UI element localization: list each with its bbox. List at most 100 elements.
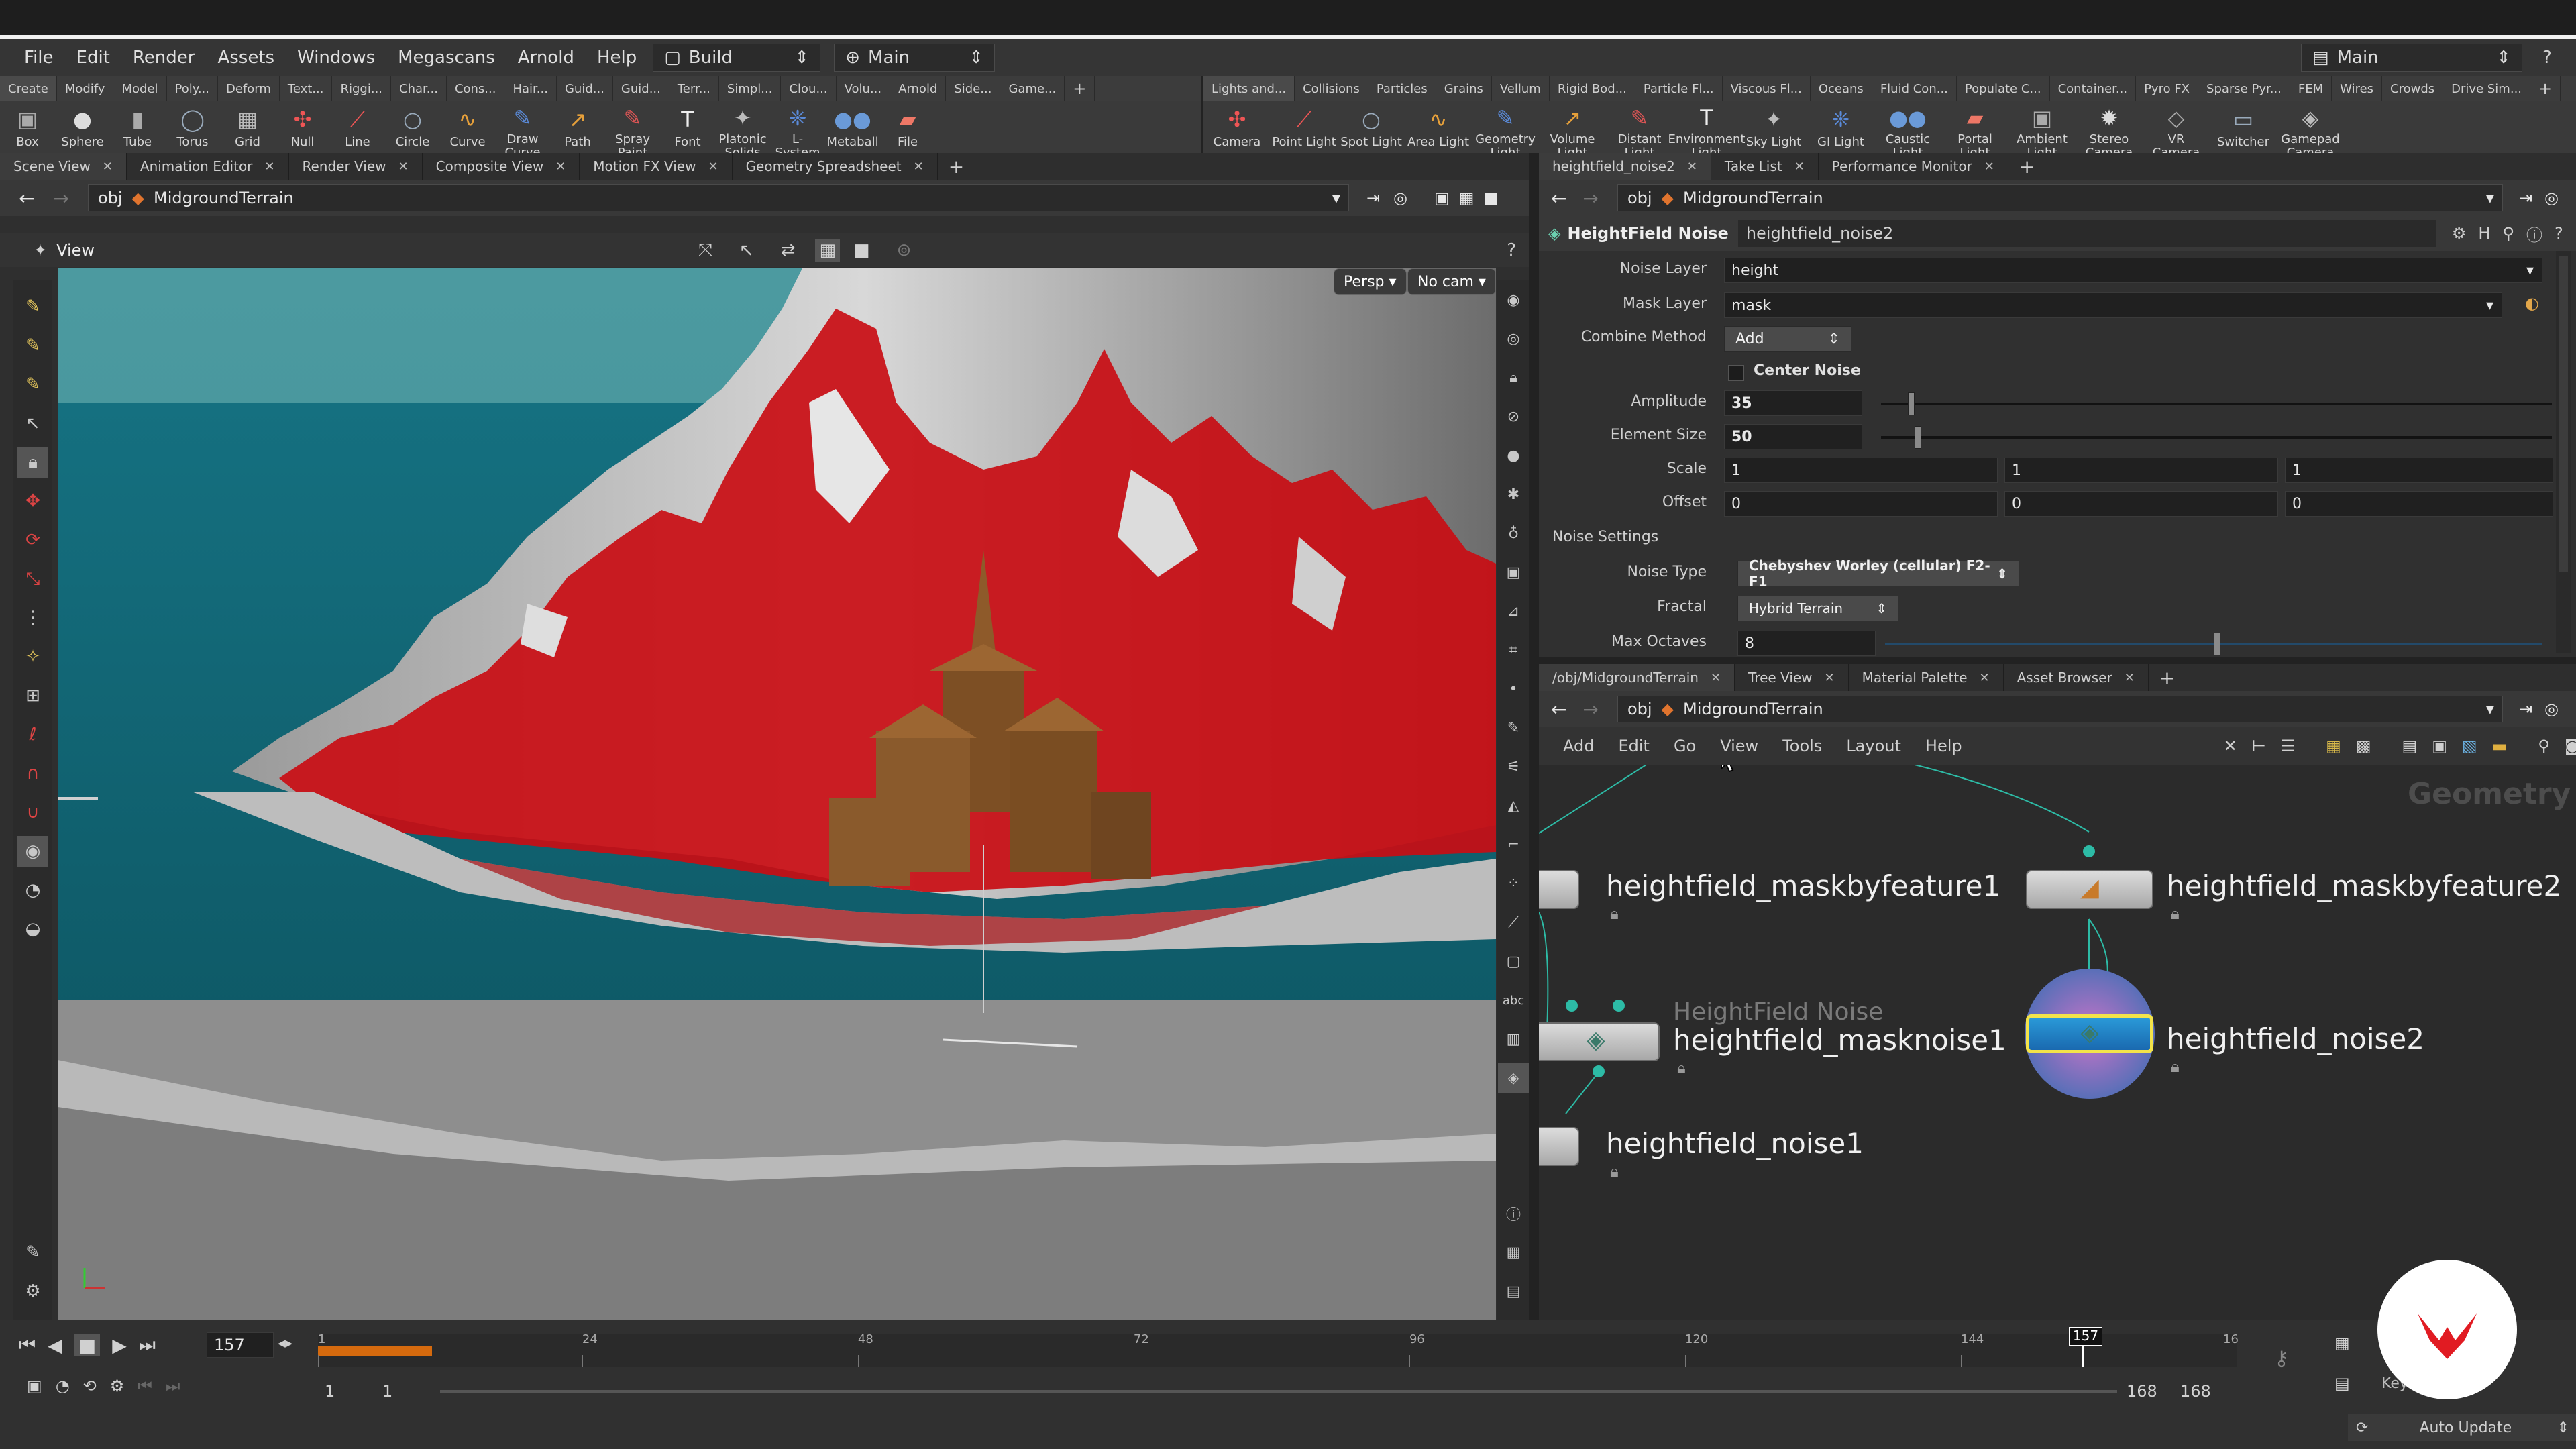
lasso-icon[interactable]: ℓ (17, 719, 48, 750)
select-pose-icon[interactable]: ✎ (17, 291, 48, 322)
back-arrow-icon[interactable]: ← (19, 187, 34, 209)
shelf-tool[interactable]: ✎Draw Curve (495, 101, 550, 160)
chevron-down-icon[interactable]: ▾ (2486, 700, 2494, 718)
step-icon[interactable]: ◂▸ (278, 1335, 292, 1352)
scatter-icon[interactable]: ⁘ (1498, 868, 1529, 899)
shelf-tool[interactable]: ▰Portal Light (1941, 101, 2008, 160)
search-icon[interactable]: ⚲ (2502, 224, 2514, 243)
node-name-field[interactable]: heightfield_noise2 (1737, 220, 2436, 247)
close-icon[interactable]: ✕ (1984, 160, 1994, 174)
bucket-icon[interactable]: ◭ (1498, 790, 1529, 821)
center-noise-checkbox[interactable] (1728, 365, 1744, 381)
scale-x-field[interactable]: 1 (1724, 458, 1998, 483)
pane-splitter[interactable] (1539, 657, 2576, 664)
gear-icon[interactable]: ⚙ (2452, 224, 2467, 243)
shading-icon[interactable]: ● (1498, 440, 1529, 471)
pin-icon[interactable]: ⇥ (2519, 700, 2532, 718)
add-tab-icon[interactable]: + (2019, 156, 2035, 178)
close-icon[interactable]: ✕ (1794, 160, 1805, 174)
net-menu-view[interactable]: View (1720, 737, 1758, 755)
shelf-tab[interactable]: Cons... (447, 76, 505, 101)
shelf-tab[interactable]: Grains (1436, 76, 1492, 101)
channel-icon[interactable]: ▦ (2334, 1334, 2350, 1352)
forward-arrow-icon[interactable]: → (1582, 698, 1598, 720)
snap-icon[interactable]: ∩ (17, 758, 48, 789)
close-icon[interactable]: ✕ (1687, 160, 1697, 174)
close-icon[interactable]: ✕ (2125, 671, 2135, 685)
pane-splitter[interactable] (1529, 153, 1539, 1320)
wrench-icon[interactable]: ✕ (2224, 737, 2237, 755)
shelf-tab[interactable]: Pyro FX (2136, 76, 2199, 101)
info-icon[interactable]: ⓘ (1498, 1198, 1529, 1229)
shelf-tab[interactable]: Crowds (2382, 76, 2444, 101)
list-icon[interactable]: ☰ (2281, 737, 2296, 755)
net-menu-edit[interactable]: Edit (1618, 737, 1649, 755)
menu-edit[interactable]: Edit (76, 48, 110, 68)
close-icon[interactable]: ✕ (398, 160, 409, 174)
key-icon[interactable]: ⚷ (2274, 1347, 2289, 1371)
pane-tab[interactable]: /obj/MidgroundTerrain ✕ (1539, 664, 1735, 691)
help-icon[interactable]: ? (2542, 48, 2552, 68)
offset-z-field[interactable]: 0 (2285, 491, 2553, 517)
shelf-tab[interactable]: Container... (2050, 76, 2137, 101)
shelf-tab[interactable]: Create (0, 76, 57, 101)
shelf-tab[interactable]: Particles (1368, 76, 1436, 101)
pane-tab[interactable]: Animation Editor ✕ (127, 153, 289, 180)
shelf-tool[interactable]: ✎Distant Light (1606, 101, 1673, 160)
path-field[interactable]: obj ◆ MidgroundTerrain ▾ (87, 184, 1349, 211)
menu-help[interactable]: Help (597, 48, 637, 68)
shelf-tab[interactable]: FEM (2290, 76, 2332, 101)
shelf-tool[interactable]: ❈L-System (770, 101, 825, 160)
shelf-tool[interactable]: ∿ Area Light (1405, 101, 1472, 160)
pane-tab[interactable]: heightfield_noise2 ✕ (1539, 153, 1711, 180)
shelf-tab[interactable]: Side... (946, 76, 1001, 101)
close-icon[interactable]: ✕ (264, 160, 274, 174)
shelf-tab[interactable]: Sparse Pyr... (2198, 76, 2290, 101)
close-icon[interactable]: ✕ (1711, 671, 1721, 685)
offset-y-field[interactable]: 0 (2004, 491, 2278, 517)
search-icon[interactable]: ⚲ (2538, 737, 2550, 755)
text-icon[interactable]: abc (1498, 985, 1529, 1016)
help-icon[interactable]: ? (2555, 224, 2563, 243)
pane-tab[interactable]: Motion FX View ✕ (580, 153, 733, 180)
add-tab-icon[interactable]: + (1065, 76, 1095, 101)
sticky-icon[interactable]: ▣ (2432, 737, 2447, 755)
shelf-tool[interactable]: ●●Caustic Light (1874, 101, 1941, 160)
net-menu-layout[interactable]: Layout (1846, 737, 1901, 755)
camera-icon[interactable]: ▣ (1498, 557, 1529, 588)
range-end[interactable]: 168 (2127, 1382, 2157, 1401)
play-icon[interactable]: ▶ (112, 1334, 127, 1356)
scale-y-field[interactable]: 1 (2004, 458, 2278, 483)
help-icon[interactable]: ? (1507, 240, 1516, 260)
shelf-tab[interactable]: Viscous Fl... (1723, 76, 1811, 101)
lock-icon[interactable]: 🔒︎ (17, 447, 48, 478)
camera-icon[interactable]: ◙ (2565, 737, 2576, 755)
image-icon[interactable]: ▧ (2462, 737, 2477, 755)
viewport-layout-icon[interactable]: ■ (1483, 189, 1499, 207)
pane-tab[interactable]: Composite View ✕ (423, 153, 580, 180)
jump-start-icon[interactable]: ⏮ (19, 1334, 36, 1356)
combine-method-select[interactable]: Add ⇕ (1724, 326, 1851, 352)
shelf-tab[interactable]: Guid... (613, 76, 669, 101)
right-context-select[interactable]: ▤ Main ⇕ (2301, 44, 2522, 72)
shelf-tab[interactable]: Volu... (837, 76, 891, 101)
mask-layer-field[interactable]: mask ▾ (1724, 292, 2502, 318)
pin-icon[interactable]: ⇥ (2519, 189, 2532, 207)
back-arrow-icon[interactable]: ← (1551, 187, 1566, 209)
magnet-icon[interactable]: ∪ (17, 797, 48, 828)
shelf-tool[interactable]: ○ Circle (385, 101, 440, 160)
shelf-tab[interactable]: Riggi... (332, 76, 392, 101)
shelf-tool[interactable]: T Font (660, 101, 715, 160)
shelf-tool[interactable]: ◯ Torus (165, 101, 220, 160)
net-menu-go[interactable]: Go (1674, 737, 1696, 755)
key-prev-icon[interactable]: ⏮ (138, 1377, 152, 1395)
shelf-tool[interactable]: ✣ Null (275, 101, 330, 160)
node-noise2[interactable]: ◈ (2026, 1014, 2153, 1053)
max-octaves-field[interactable]: 8 (1737, 631, 1876, 656)
shelf-tab[interactable]: Guid... (557, 76, 613, 101)
note-icon[interactable]: ▤ (2402, 737, 2418, 755)
forward-arrow-icon[interactable]: → (1582, 187, 1598, 209)
hide-icon[interactable]: ⊘ (1498, 401, 1529, 432)
shelf-tool[interactable]: ◇VR Camera (2143, 101, 2210, 160)
offset-x-field[interactable]: 0 (1724, 491, 1998, 517)
